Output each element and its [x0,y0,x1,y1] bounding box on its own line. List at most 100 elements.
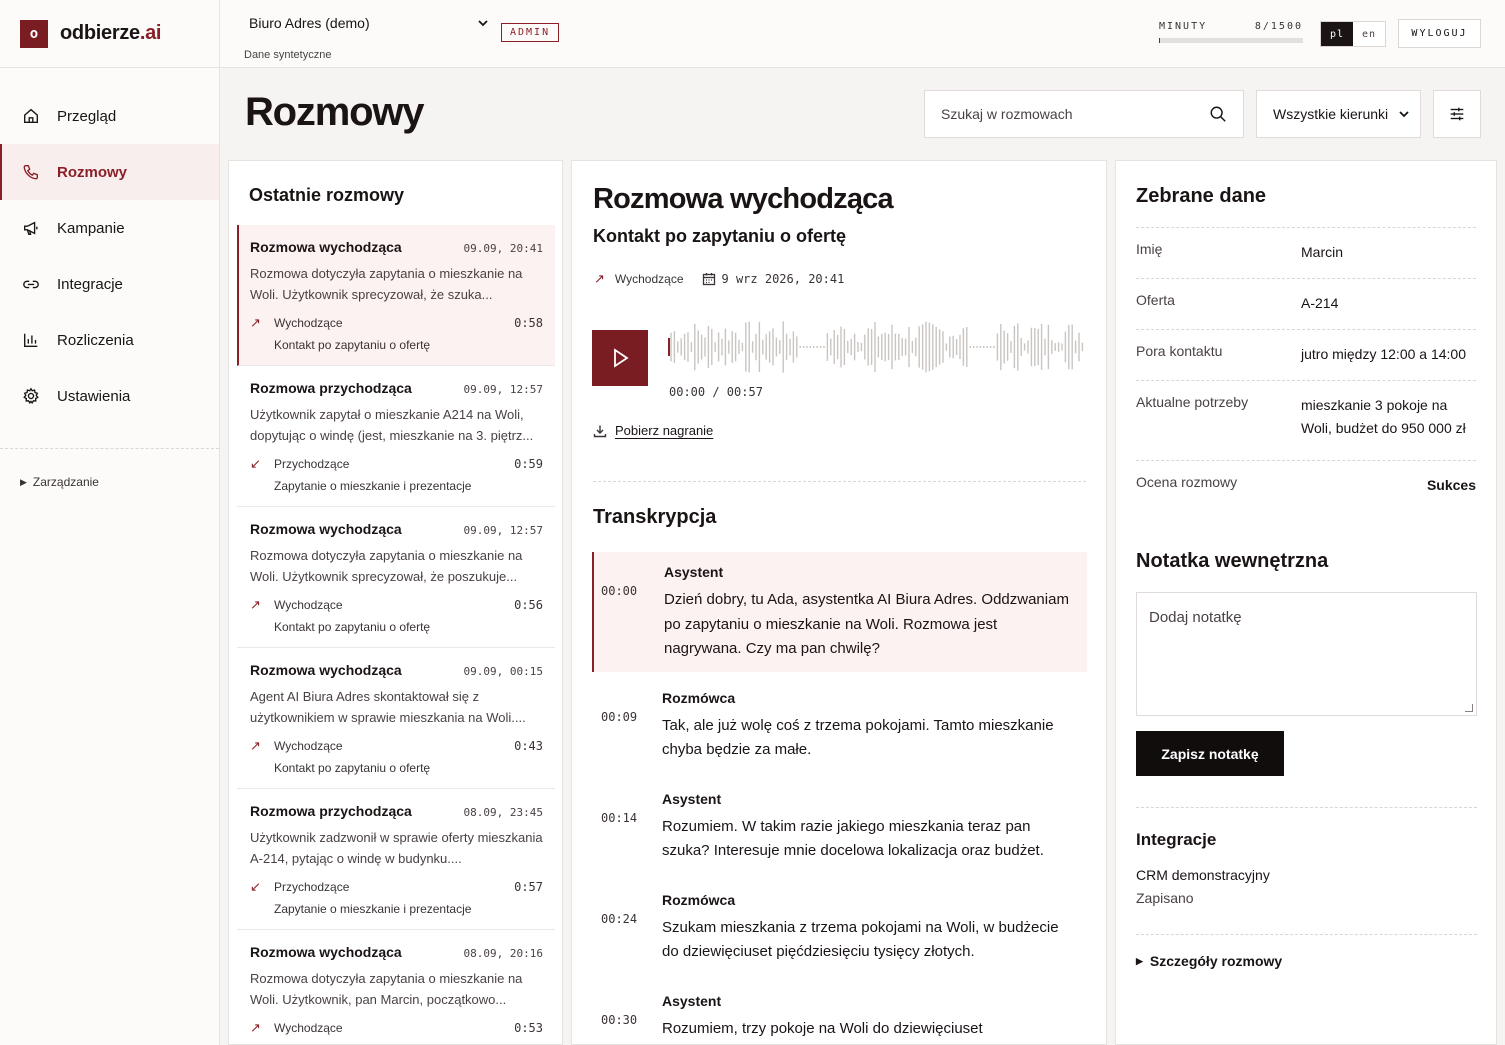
sidebar-item-rozmowy[interactable]: Rozmowy [0,144,219,200]
call-item-title: Rozmowa wychodząca [250,662,402,678]
call-list-item[interactable]: Rozmowa wychodząca 08.09, 20:16 Rozmowa do… [237,930,555,1044]
transcript-text: Szukam mieszkania z trzema pokojami na W… [662,918,1059,961]
transcript-speaker: Asystent [664,564,724,580]
call-list-item[interactable]: Rozmowa przychodząca 09.09, 12:57 Użytkown… [237,366,555,507]
collected-field-row: Imię Marcin [1136,227,1476,278]
internal-note-textarea[interactable]: Dodaj notatkę [1136,592,1477,716]
call-date: 9 wrz 2026, 20:41 [721,272,845,286]
sidebar-item-label: Integracje [57,275,123,293]
sidebar: o odbierze.ai Przegląd Rozmowy Kampanie … [0,0,220,1045]
field-label: Ocena rozmowy [1136,474,1238,490]
sidebar-item-label: Kampanie [57,219,125,237]
admin-badge: ADMIN [501,23,560,42]
logout-button[interactable]: WYLOGUJ [1398,19,1481,48]
transcript-row[interactable]: 00:24 Rozmówca Szukam mieszkania z trzema … [592,880,1087,975]
call-campaign: Kontakt po zapytaniu o ofertę [593,226,847,246]
filter-settings-button[interactable] [1433,90,1481,138]
transcript-row[interactable]: 00:00 Asystent Dzień dobry, tu Ada, asyste… [592,552,1087,672]
internal-note-title: Notatka wewnętrzna [1136,550,1329,572]
section-divider [1136,807,1477,808]
call-item-campaign: Zapytanie o mieszkanie i prezentacje [274,902,472,916]
chevron-down-icon [478,20,488,27]
call-list-item[interactable]: Rozmowa przychodząca 08.09, 23:45 Użytkown… [237,789,555,930]
field-label: Pora kontaktu [1136,343,1223,359]
sidebar-item-rozliczenia[interactable]: Rozliczenia [0,312,219,368]
field-label: Oferta [1136,292,1175,308]
transcript-row[interactable]: 00:09 Rozmówca Tak, ale już wolę coś z trz… [592,678,1087,773]
minutes-value: 8/1500 [1254,21,1303,32]
collected-fields: Imię Marcin Oferta A-214 Pora kontaktu jutro … [1136,227,1476,511]
transcript-speaker: Rozmówca [662,891,736,908]
collected-data-title: Zebrane dane [1136,185,1267,207]
download-recording-link[interactable]: Pobierz nagranie [593,423,713,438]
minutes-progress-bar [1159,38,1303,43]
collected-field-row: Ocena rozmowy Sukces [1136,460,1476,511]
direction-arrow-icon: ↗ [250,597,261,612]
call-item-summary: Rozmowa dotyczyła zapytania o mieszkanie… [250,971,523,1007]
org-subtitle: Dane syntetyczne [244,49,332,61]
section-divider [1136,934,1477,935]
transcript-time: 00:00 [601,584,638,598]
call-item-duration: 0:58 [514,316,543,330]
sidebar-item-kampanie[interactable]: Kampanie [0,200,219,256]
gear-icon [23,387,39,405]
direction-arrow-icon: ↙ [250,879,261,894]
call-item-time: 08.09, 20:16 [463,947,543,960]
bar-chart-icon [24,333,38,347]
home-icon [24,108,38,123]
direction-filter-select[interactable]: Wszystkie kierunki [1256,90,1421,138]
call-item-title: Rozmowa wychodząca [250,944,402,960]
brand-name: odbierze.ai [60,22,162,44]
megaphone-icon [24,221,38,235]
recent-calls-panel: Ostatnie rozmowy Rozmowa wychodząca 09.09… [228,160,563,1045]
org-select-value: Biuro Adres (demo) [249,15,370,31]
brand-logo[interactable]: o odbierze.ai [0,0,219,68]
call-item-direction: Przychodzące [274,880,350,894]
sidebar-item-ustawienia[interactable]: Ustawienia [0,368,219,424]
call-item-title: Rozmowa wychodząca [250,239,402,255]
call-item-campaign: Kontakt po zapytaniu o ofertę [274,620,431,634]
call-item-duration: 0:59 [514,457,543,471]
transcript-text: Rozumiem. W takim razie jakiego mieszkan… [662,817,1044,860]
call-item-summary: Rozmowa dotyczyła zapytania o mieszkanie… [250,548,523,584]
play-button[interactable] [592,330,648,386]
field-value: mieszkanie 3 pokoje na Woli, budżet do 9… [1301,397,1466,436]
download-icon [593,425,607,437]
collected-field-row: Pora kontaktu jutro między 12:00 a 14:00 [1136,329,1476,380]
call-details-toggle[interactable]: ▶ Szczegóły rozmowy [1136,953,1282,969]
call-item-summary: Użytkownik zadzwonił w sprawie oferty mi… [250,830,543,866]
call-item-duration: 0:53 [514,1021,543,1035]
call-list-item[interactable]: Rozmowa wychodząca 09.09, 00:15 Agent AI B… [237,648,555,789]
sidebar-item-label: Rozmowy [57,163,128,181]
transcript-row[interactable]: 00:14 Asystent Rozumiem. W takim razie jak… [592,779,1087,874]
sidebar-item-integracje[interactable]: Integracje [0,256,219,312]
search-input[interactable]: Szukaj w rozmowach [924,90,1244,138]
main-nav: Przegląd Rozmowy Kampanie Integracje Roz… [0,68,219,424]
call-list-item[interactable]: Rozmowa wychodząca 09.09, 20:41 Rozmowa do… [237,225,555,366]
call-item-campaign: Kontakt po zapytaniu o ofertę [274,338,431,352]
sliders-icon [1450,107,1464,121]
call-item-time: 09.09, 20:41 [463,242,543,255]
save-note-button[interactable]: Zapisz notatkę [1136,731,1284,776]
call-item-direction: Przychodzące [274,457,350,471]
call-detail-panel: Rozmowa wychodząca Kontakt po zapytaniu … [571,160,1107,1045]
calendar-icon [702,272,716,287]
sidebar-item-przeglad[interactable]: Przegląd [0,88,219,144]
call-details-label: Szczegóły rozmowy [1149,953,1283,969]
lang-pl-button[interactable]: pl [1321,22,1353,46]
collected-data-panel: Zebrane dane Imię Marcin Oferta A-214 Pora k… [1115,160,1497,1045]
lang-en-button[interactable]: en [1353,22,1385,46]
call-list: Rozmowa wychodząca 09.09, 20:41 Rozmowa do… [237,225,555,1044]
call-item-duration: 0:57 [514,880,543,894]
call-list-item[interactable]: Rozmowa wychodząca 09.09, 12:57 Rozmowa do… [237,507,555,648]
audio-playhead[interactable] [668,338,670,356]
integration-name: CRM demonstracyjny [1136,867,1270,883]
audio-waveform[interactable] [667,319,1087,375]
org-select[interactable]: Biuro Adres (demo) [249,15,489,31]
call-item-duration: 0:56 [514,598,543,612]
transcript-speaker: Asystent [662,992,722,1009]
transcript: 00:00 Asystent Dzień dobry, tu Ada, asyste… [592,552,1087,1045]
direction-filter-value: Wszystkie kierunki [1273,106,1389,122]
transcript-row[interactable]: 00:30 Asystent Rozumiem, trzy pokoje na Wo… [592,981,1087,1045]
management-toggle[interactable]: ▶ Zarządzanie [0,449,219,489]
